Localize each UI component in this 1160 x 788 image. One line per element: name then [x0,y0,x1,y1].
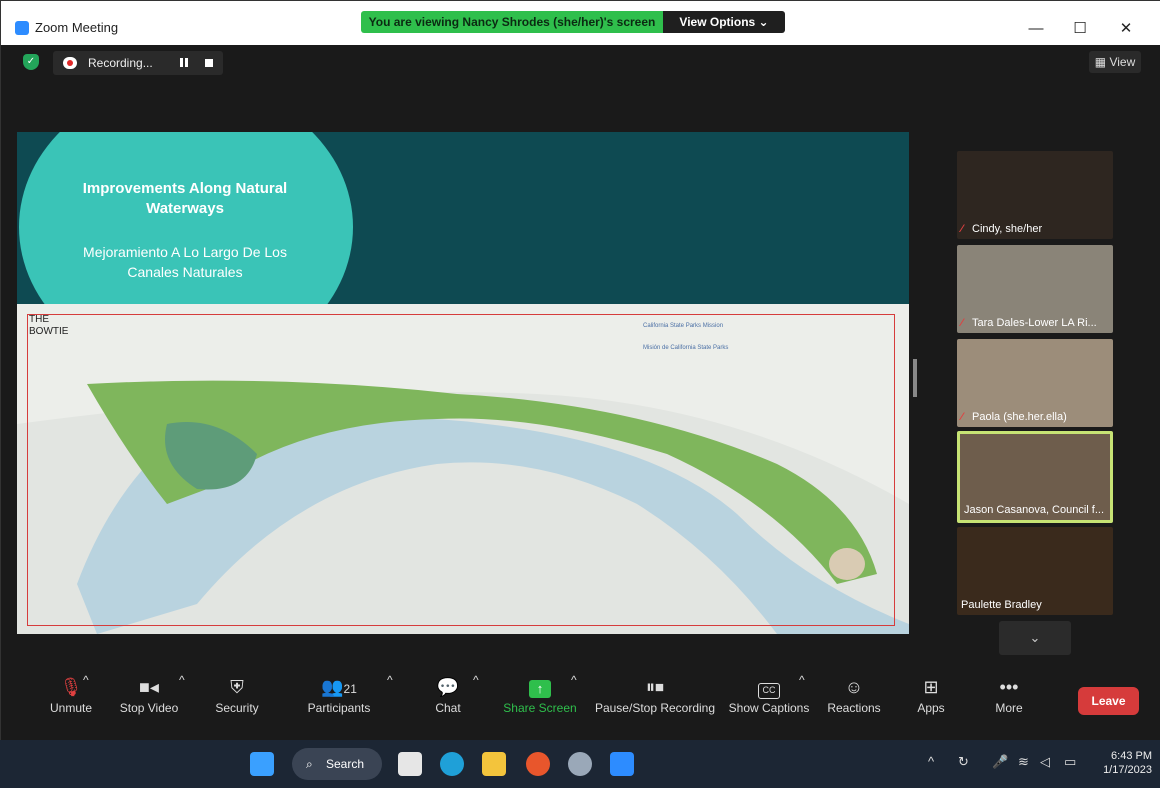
taskbar-clock[interactable]: 6:43 PM 1/17/2023 [1092,749,1152,777]
participant-name: Paulette Bradley [961,599,1042,611]
chrome-icon[interactable] [526,752,550,776]
maximize-button[interactable]: ☐ [1057,15,1103,43]
window-title: Zoom Meeting [35,20,119,35]
shield-icon: ⛨ [230,677,244,697]
title-bar: Zoom Meeting You are viewing Nancy Shrod… [1,1,1160,45]
recording-indicator: Recording... [53,51,223,75]
audio-options-chevron-icon[interactable]: ^ [83,673,89,729]
participant-name: ⁄ Cindy, she/her [961,223,1043,235]
more-button[interactable]: ••• More [987,673,1031,729]
view-options-button[interactable]: View Options ⌄ [663,11,785,33]
muted-mic-icon: ⁄ [961,223,963,235]
leave-button[interactable]: Leave [1078,687,1139,715]
meeting-stage: ✓ Recording... ▦ View Improvements Along… [1,45,1160,665]
battery-icon[interactable]: ▭ [1064,754,1076,770]
participant-name: Jason Casanova, Council f... [964,504,1105,516]
encryption-shield-icon[interactable]: ✓ [23,54,39,70]
participant-tile[interactable]: Paulette Bradley [957,527,1113,615]
sharing-status-text: You are viewing Nancy Shrodes (she/her)'… [361,11,663,33]
apps-button[interactable]: ⊞ Apps [909,673,953,729]
zoom-app-icon [15,21,29,35]
chat-button[interactable]: 💬 Chat [429,673,467,729]
unmute-button[interactable]: 🎙 Unmute [45,673,97,729]
cloud-record-icon [63,57,77,69]
stop-video-button[interactable]: ■◂ Stop Video [111,673,187,729]
volume-icon[interactable]: ◁ [1040,754,1050,770]
wifi-icon[interactable]: ≋ [1018,754,1029,770]
video-options-chevron-icon[interactable]: ^ [179,673,185,729]
edge-browser-icon[interactable] [440,752,464,776]
zoom-taskbar-icon[interactable] [610,752,634,776]
close-button[interactable]: ✕ [1103,15,1149,43]
slide-title: Improvements Along Natural Waterways [82,180,288,217]
share-screen-button[interactable]: ↑ Share Screen [501,673,579,729]
people-icon: 👥 [321,677,344,697]
participant-count: 21 [343,682,357,696]
settings-gear-icon[interactable] [568,752,592,776]
participant-name: ⁄ Tara Dales-Lower LA Ri... [961,317,1097,329]
shared-slide: Improvements Along Natural Waterways Mej… [17,132,909,634]
share-screen-icon: ↑ [501,673,579,701]
apps-icon: ⊞ [923,677,939,697]
share-options-chevron-icon[interactable]: ^ [571,673,577,729]
tray-chevron-icon[interactable]: ^ [928,754,934,769]
participant-tile[interactable]: ⁄ Tara Dales-Lower LA Ri... [957,245,1113,333]
grid-icon: ▦ [1094,55,1110,69]
windows-taskbar: ⌕ Search ^ ↻ 🎤 ≋ ◁ ▭ 6:43 PM 1/17/2023 [0,740,1160,788]
meeting-controls: 🎙 Unmute ^ ■◂ Stop Video ^ ⛨ Security 👥2… [1,665,1160,741]
participant-name: ⁄ Paola (she.her.ella) [961,411,1067,423]
smiley-icon: ☺ [844,677,864,697]
chat-bubble-icon: 💬 [436,677,460,697]
active-speaker-tile[interactable]: Jason Casanova, Council f... [957,431,1113,523]
more-dots-icon: ••• [999,677,1019,697]
cloud-sync-icon[interactable]: ↻ [958,754,969,770]
view-layout-button[interactable]: ▦ View [1089,51,1141,73]
pause-recording-icon[interactable] [179,57,191,69]
file-explorer-icon[interactable] [482,752,506,776]
captions-icon: CC [758,683,780,699]
windows-start-icon[interactable] [250,752,274,776]
video-camera-icon: ■◂ [139,677,159,697]
captions-chevron-icon[interactable]: ^ [799,673,805,729]
stop-recording-icon[interactable] [205,59,213,67]
participants-chevron-icon[interactable]: ^ [387,673,393,729]
pause-stop-recording-button[interactable]: ⏸⏹ Pause/Stop Recording [593,673,717,729]
zoom-window: Zoom Meeting You are viewing Nancy Shrod… [0,0,1160,741]
participants-button[interactable]: 👥21 Participants [297,673,381,729]
chat-chevron-icon[interactable]: ^ [473,673,479,729]
site-plan-image: THE BOWTIE California State Parks Mission… [17,304,909,634]
search-icon: ⌕ [306,757,313,771]
minimize-button[interactable]: — [1013,15,1059,43]
resize-handle[interactable] [913,359,917,397]
microphone-icon[interactable]: 🎤 [992,754,1008,770]
muted-mic-icon: ⁄ [961,411,963,423]
participant-tile[interactable]: ⁄ Paola (she.her.ella) [957,339,1113,427]
screen-share-banner: You are viewing Nancy Shrodes (she/her)'… [361,11,785,33]
mission-text: California State Parks Mission Misión de… [643,323,729,351]
plan-label: THE BOWTIE [29,314,69,337]
participant-tile[interactable]: ⁄ Cindy, she/her [957,151,1113,239]
slide-subtitle: Mejoramiento A Lo Largo De Los Canales N… [83,244,287,280]
security-button[interactable]: ⛨ Security [209,673,265,729]
muted-mic-icon: 🎙 [59,677,83,697]
muted-mic-icon: ⁄ [961,317,963,329]
reactions-button[interactable]: ☺ Reactions [823,673,885,729]
pause-stop-icon: ⏸⏹ [646,677,664,697]
more-participants-chevron-icon[interactable]: ⌄ [999,621,1071,655]
taskbar-search[interactable]: ⌕ Search [292,748,382,780]
task-view-icon[interactable] [398,752,422,776]
recording-label: Recording... [88,56,153,70]
